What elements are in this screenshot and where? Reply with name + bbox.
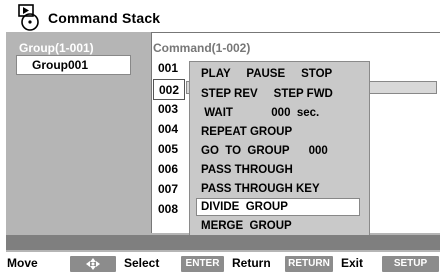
return-label: Return (232, 256, 271, 270)
select-label: Select (124, 256, 160, 270)
command-row[interactable]: 004 (153, 119, 185, 140)
command-row[interactable]: 006 (153, 159, 185, 180)
move-label: Move (7, 256, 38, 270)
setup-key: SETUP (382, 256, 439, 272)
menu-item-merge-group[interactable]: MERGE GROUP (201, 220, 292, 232)
menu-item-step[interactable]: STEP REV STEP FWD (201, 88, 333, 100)
exit-label: Exit (341, 256, 364, 270)
arrow-pad-icon (70, 256, 116, 272)
page-title: Command Stack (48, 10, 161, 26)
menu-item-repeat-group[interactable]: REPEAT GROUP (201, 126, 292, 138)
menu-item-play-pause-stop[interactable]: PLAY PAUSE STOP (201, 68, 332, 80)
menu-item-go-to-group[interactable]: GO TO GROUP 000 (201, 145, 328, 157)
disc-player-icon (18, 4, 39, 31)
command-row[interactable]: 001 (153, 58, 185, 79)
menu-item-divide-group[interactable]: DIVIDE GROUP (196, 198, 360, 216)
group-item[interactable]: Group001 (16, 55, 131, 75)
menu-item-wait[interactable]: WAIT 000 sec. (201, 107, 319, 119)
command-row[interactable]: 005 (153, 139, 185, 160)
command-stack-screen: Command Stack Group(1-001) Group001 Comm… (0, 0, 445, 277)
command-row-selected[interactable]: 002 (153, 79, 185, 100)
status-bar (6, 235, 440, 250)
menu-item-pass-through-key[interactable]: PASS THROUGH KEY (201, 183, 320, 195)
menu-item-pass-through[interactable]: PASS THROUGH (201, 164, 293, 176)
enter-key: ENTER (181, 256, 224, 272)
command-header: Command(1-002) (153, 41, 251, 55)
command-row[interactable]: 003 (153, 99, 185, 120)
command-row[interactable]: 007 (153, 179, 185, 200)
group-header: Group(1-001) (19, 41, 94, 55)
return-key: RETURN (285, 256, 333, 272)
command-row[interactable]: 008 (153, 199, 185, 220)
